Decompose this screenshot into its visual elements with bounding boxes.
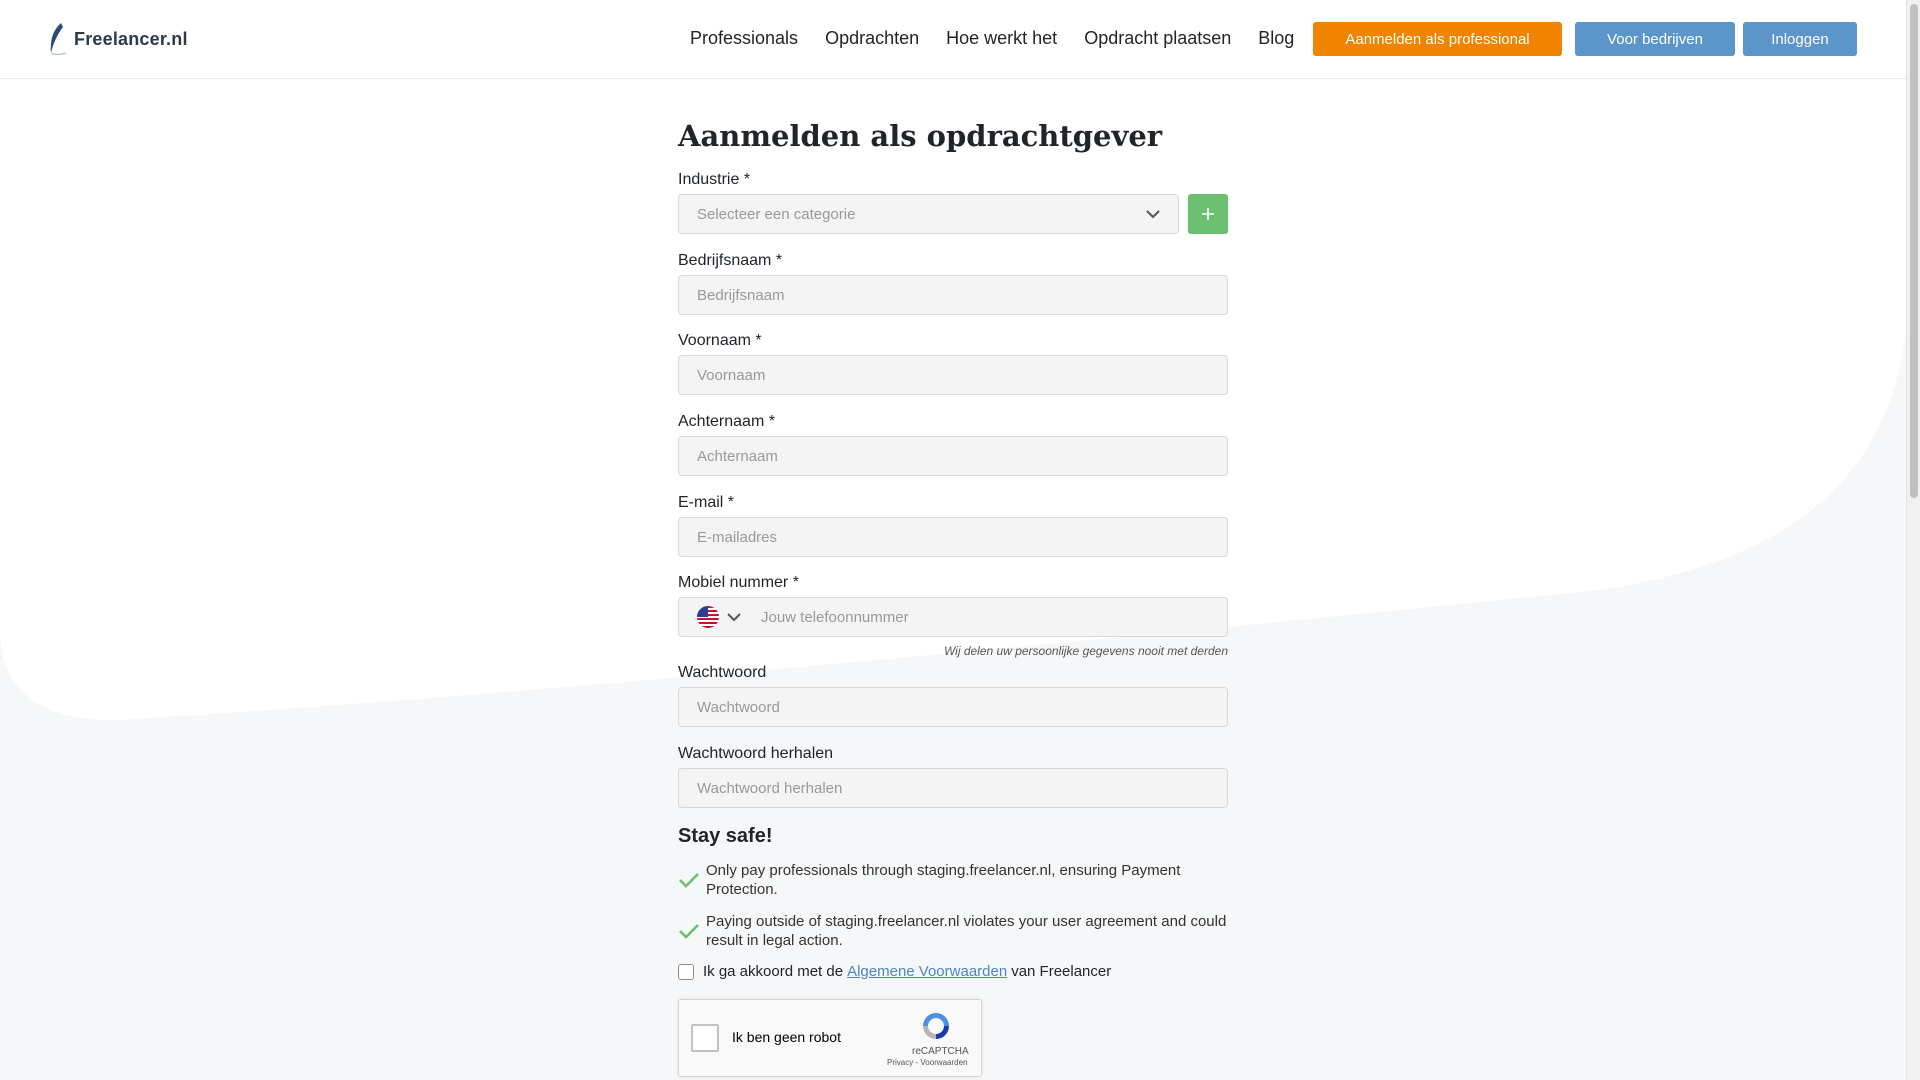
privacy-note: Wij delen uw persoonlijke gegevens nooit… <box>943 644 1228 658</box>
industry-label: Industrie * <box>678 171 751 188</box>
add-category-button[interactable] <box>1188 194 1228 234</box>
nav-opdrachten[interactable]: Opdrachten <box>825 28 919 49</box>
main-nav: Professionals Opdrachten Hoe werkt het O… <box>690 28 1294 49</box>
nav-opdracht-plaatsen[interactable]: Opdracht plaatsen <box>1084 28 1231 49</box>
register-professional-button[interactable]: Aanmelden als professional <box>1313 22 1562 56</box>
nav-professionals[interactable]: Professionals <box>690 28 798 49</box>
safety-point: Only pay professionals through staging.f… <box>678 861 1228 899</box>
for-companies-button[interactable]: Voor bedrijven <box>1575 22 1735 56</box>
password-label: Wachtwoord <box>678 664 767 681</box>
terms-link[interactable]: Algemene Voorwaarden <box>847 963 1007 980</box>
terms-checkbox[interactable] <box>678 963 694 980</box>
recaptcha-label: Ik ben geen robot <box>732 1029 841 1045</box>
safety-point-text: Only pay professionals through staging.f… <box>706 862 1181 898</box>
email-input[interactable]: E-mailadres <box>678 517 1228 557</box>
industry-select[interactable]: Selecteer een categorie <box>678 194 1179 234</box>
country-chevron-down-icon[interactable] <box>727 612 741 622</box>
terms-prefix: Ik ga akkoord met de <box>703 963 844 980</box>
password-input[interactable]: Wachtwoord <box>678 687 1228 727</box>
recaptcha-widget: Ik ben geen robot reCAPTCHA Privacy - Vo… <box>678 999 982 1077</box>
recaptcha-brand: reCAPTCHA <box>912 1046 969 1057</box>
password-repeat-input[interactable]: Wachtwoord herhalen <box>678 768 1228 808</box>
us-flag-icon[interactable] <box>697 606 719 628</box>
checkmark-icon <box>679 873 699 888</box>
page-title: Aanmelden als opdrachtgever <box>678 119 1163 153</box>
terms-agreement: Ik ga akkoord met de Algemene Voorwaarde… <box>678 963 1111 980</box>
chevron-down-icon <box>1146 209 1160 218</box>
login-button[interactable]: Inloggen <box>1743 22 1857 56</box>
safety-point-text: Paying outside of staging.freelancer.nl … <box>706 913 1227 949</box>
nav-blog[interactable]: Blog <box>1258 28 1294 49</box>
password-repeat-label: Wachtwoord herhalen <box>678 745 834 762</box>
terms-suffix: van Freelancer <box>1011 963 1112 980</box>
plus-icon <box>1202 208 1214 220</box>
recaptcha-checkbox[interactable] <box>691 1024 719 1052</box>
site-logo[interactable]: Freelancer.nl <box>46 22 188 56</box>
page-scrollbar[interactable] <box>1906 0 1920 1080</box>
phone-placeholder: Jouw telefoonnummer <box>761 608 909 626</box>
top-navbar: Freelancer.nl Professionals Opdrachten H… <box>0 0 1906 79</box>
safety-title: Stay safe! <box>678 825 773 847</box>
recaptcha-logo-icon <box>923 1013 949 1039</box>
scrollbar-thumb[interactable] <box>1910 4 1918 498</box>
last-name-input[interactable]: Achternaam <box>678 436 1228 476</box>
first-name-input[interactable]: Voornaam <box>678 355 1228 395</box>
checkmark-icon <box>679 924 699 939</box>
safety-point: Paying outside of staging.freelancer.nl … <box>678 912 1228 950</box>
last-name-label: Achternaam * <box>678 413 775 430</box>
first-name-label: Voornaam * <box>678 332 762 349</box>
logo-text: Freelancer.nl <box>74 28 188 49</box>
industry-select-value: Selecteer een categorie <box>697 205 856 223</box>
company-label: Bedrijfsnaam * <box>678 252 783 269</box>
phone-input[interactable]: Jouw telefoonnummer <box>678 597 1228 637</box>
recaptcha-links[interactable]: Privacy - Voorwaarden <box>887 1058 967 1067</box>
feather-logo-icon <box>50 23 67 56</box>
phone-label: Mobiel nummer * <box>678 574 799 591</box>
company-input[interactable]: Bedrijfsnaam <box>678 275 1228 315</box>
email-label: E-mail * <box>678 494 735 511</box>
nav-hoe-werkt-het[interactable]: Hoe werkt het <box>946 28 1057 49</box>
